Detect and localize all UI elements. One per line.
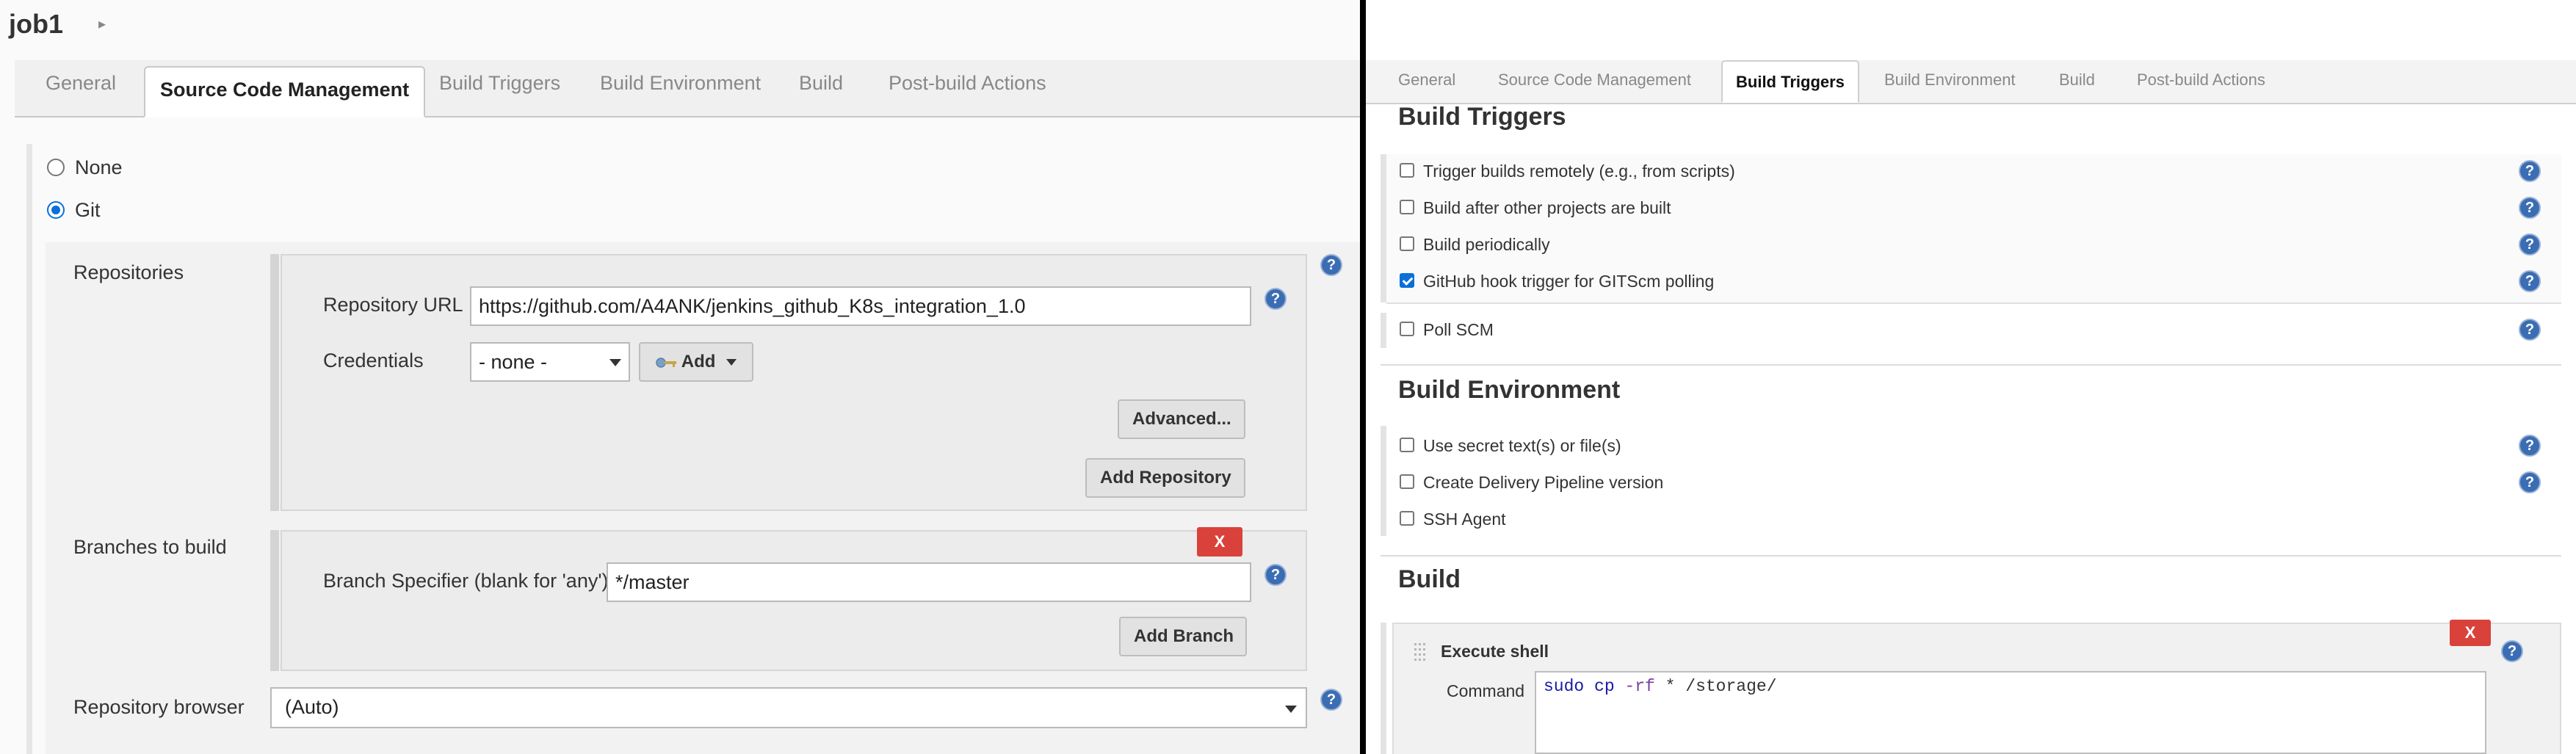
- repository-browser-select[interactable]: (Auto): [270, 687, 1307, 728]
- credentials-label: Credentials: [323, 349, 424, 371]
- tab-source-code-management[interactable]: Source Code Management: [144, 66, 426, 117]
- tab-general-right[interactable]: General: [1398, 70, 1455, 90]
- add-dropdown-chevron-icon: [726, 359, 737, 366]
- credentials-select[interactable]: - none -: [470, 342, 630, 382]
- repositories-help-icon[interactable]: ?: [1320, 254, 1342, 276]
- use-secret-checkbox[interactable]: [1400, 438, 1414, 452]
- repository-browser-help-icon[interactable]: ?: [1320, 689, 1342, 711]
- scm-none-label[interactable]: None: [75, 156, 123, 179]
- drag-handle-icon[interactable]: [1413, 642, 1428, 662]
- command-textarea[interactable]: sudo cp -rf * /storage/: [1535, 671, 2486, 754]
- section-separator-2: [1381, 555, 2561, 557]
- delivery-pipeline-checkbox[interactable]: [1400, 474, 1414, 489]
- github-hook-trigger-label[interactable]: GitHub hook trigger for GITScm polling: [1423, 272, 1714, 291]
- advanced-button[interactable]: Advanced...: [1118, 399, 1245, 439]
- repository-url-label: Repository URL: [323, 294, 463, 316]
- repository-browser-label: Repository browser: [73, 696, 245, 718]
- build-triggers-accent-bar: [1381, 154, 1386, 302]
- build-after-other-label[interactable]: Build after other projects are built: [1423, 198, 1671, 218]
- key-icon: [656, 357, 676, 368]
- repositories-bar: [270, 254, 279, 511]
- branch-specifier-label: Branch Specifier (blank for 'any'): [323, 570, 609, 592]
- add-credentials-button[interactable]: Add: [639, 342, 753, 382]
- config-tab-bar: General Source Code Management Build Tri…: [15, 60, 1360, 117]
- branches-bar: [270, 530, 279, 671]
- build-after-other-checkbox[interactable]: [1400, 200, 1414, 214]
- credentials-chevron-down-icon: [609, 359, 621, 366]
- delivery-pipeline-label[interactable]: Create Delivery Pipeline version: [1423, 473, 1663, 493]
- ssh-agent-label[interactable]: SSH Agent: [1423, 510, 1506, 529]
- job-title[interactable]: job1: [9, 9, 63, 40]
- github-hook-trigger-help-icon[interactable]: ?: [2519, 270, 2541, 292]
- scm-git-label[interactable]: Git: [75, 199, 101, 222]
- repository-browser-chevron-down-icon: [1285, 706, 1297, 713]
- repository-url-input[interactable]: https://github.com/A4ANK/jenkins_github_…: [470, 286, 1251, 326]
- ssh-agent-checkbox[interactable]: [1400, 511, 1414, 526]
- poll-scm-checkbox[interactable]: [1400, 322, 1414, 336]
- add-branch-button[interactable]: Add Branch: [1119, 617, 1247, 656]
- trigger-remote-label[interactable]: Trigger builds remotely (e.g., from scri…: [1423, 162, 1735, 181]
- scm-git-radio[interactable]: [47, 201, 65, 219]
- tab-post-build-actions[interactable]: Post-build Actions: [889, 72, 1046, 95]
- command-label: Command: [1447, 681, 1525, 700]
- delete-branch-button[interactable]: X: [1197, 527, 1242, 557]
- tab-general[interactable]: General: [46, 72, 116, 95]
- poll-scm-label[interactable]: Poll SCM: [1423, 320, 1494, 340]
- tab-build-environment[interactable]: Build Environment: [600, 72, 761, 95]
- tab-build[interactable]: Build: [799, 72, 843, 95]
- build-environment-heading: Build Environment: [1398, 376, 1621, 404]
- execute-shell-help-icon[interactable]: ?: [2501, 640, 2523, 662]
- branches-to-build-label: Branches to build: [73, 536, 227, 558]
- execute-shell-title: Execute shell: [1441, 642, 1549, 661]
- tab-build-right[interactable]: Build: [2059, 70, 2095, 90]
- tab-post-build-actions-right[interactable]: Post-build Actions: [2137, 70, 2265, 90]
- repository-url-help-icon[interactable]: ?: [1265, 288, 1287, 310]
- build-periodically-label[interactable]: Build periodically: [1423, 235, 1550, 255]
- branch-specifier-input[interactable]: */master: [607, 562, 1251, 602]
- repository-browser-value: (Auto): [285, 696, 339, 718]
- trigger-remote-help-icon[interactable]: ?: [2519, 160, 2541, 182]
- command-args: * /storage/: [1665, 677, 1777, 696]
- tab-build-triggers[interactable]: Build Triggers: [439, 72, 560, 95]
- use-secret-help-icon[interactable]: ?: [2519, 435, 2541, 457]
- screenshot-divider: [1360, 0, 1366, 754]
- build-after-other-help-icon[interactable]: ?: [2519, 197, 2541, 219]
- breadcrumb-arrow-icon[interactable]: ▸: [98, 15, 106, 33]
- build-triggers-separator: [1386, 302, 2561, 304]
- config-tab-bar-right: General Source Code Management Build Tri…: [1366, 60, 2576, 104]
- credentials-value: - none -: [479, 351, 548, 373]
- scm-none-radio[interactable]: [47, 159, 65, 176]
- branch-specifier-help-icon[interactable]: ?: [1265, 564, 1287, 586]
- build-periodically-checkbox[interactable]: [1400, 236, 1414, 251]
- delivery-pipeline-help-icon[interactable]: ?: [2519, 471, 2541, 493]
- tab-build-triggers-right[interactable]: Build Triggers: [1721, 60, 1859, 103]
- build-environment-accent-bar: [1381, 426, 1386, 536]
- github-hook-trigger-checkbox[interactable]: [1400, 273, 1414, 288]
- section-separator: [1381, 364, 2561, 366]
- build-triggers-heading: Build Triggers: [1398, 103, 1566, 131]
- add-repository-button[interactable]: Add Repository: [1085, 458, 1245, 498]
- section-accent-bar: [26, 144, 32, 754]
- build-heading: Build: [1398, 565, 1461, 593]
- repositories-label: Repositories: [73, 261, 184, 283]
- poll-scm-help-icon[interactable]: ?: [2519, 319, 2541, 341]
- build-accent-bar: [1381, 623, 1386, 754]
- tab-source-code-management-right[interactable]: Source Code Management: [1498, 70, 1691, 90]
- right-panel-triggers: General Source Code Management Build Tri…: [1366, 0, 2576, 754]
- use-secret-label[interactable]: Use secret text(s) or file(s): [1423, 436, 1621, 456]
- add-credentials-label: Add: [681, 352, 716, 371]
- delete-build-step-button[interactable]: X: [2450, 620, 2491, 646]
- poll-scm-accent-bar: [1381, 313, 1386, 348]
- command-flag: -rf: [1624, 677, 1655, 696]
- trigger-remote-checkbox[interactable]: [1400, 163, 1414, 178]
- tab-build-environment-right[interactable]: Build Environment: [1884, 70, 2016, 90]
- left-panel-scm: job1 ▸ General Source Code Management Bu…: [0, 0, 1360, 754]
- command-keyword: sudo cp: [1544, 677, 1615, 696]
- build-periodically-help-icon[interactable]: ?: [2519, 233, 2541, 255]
